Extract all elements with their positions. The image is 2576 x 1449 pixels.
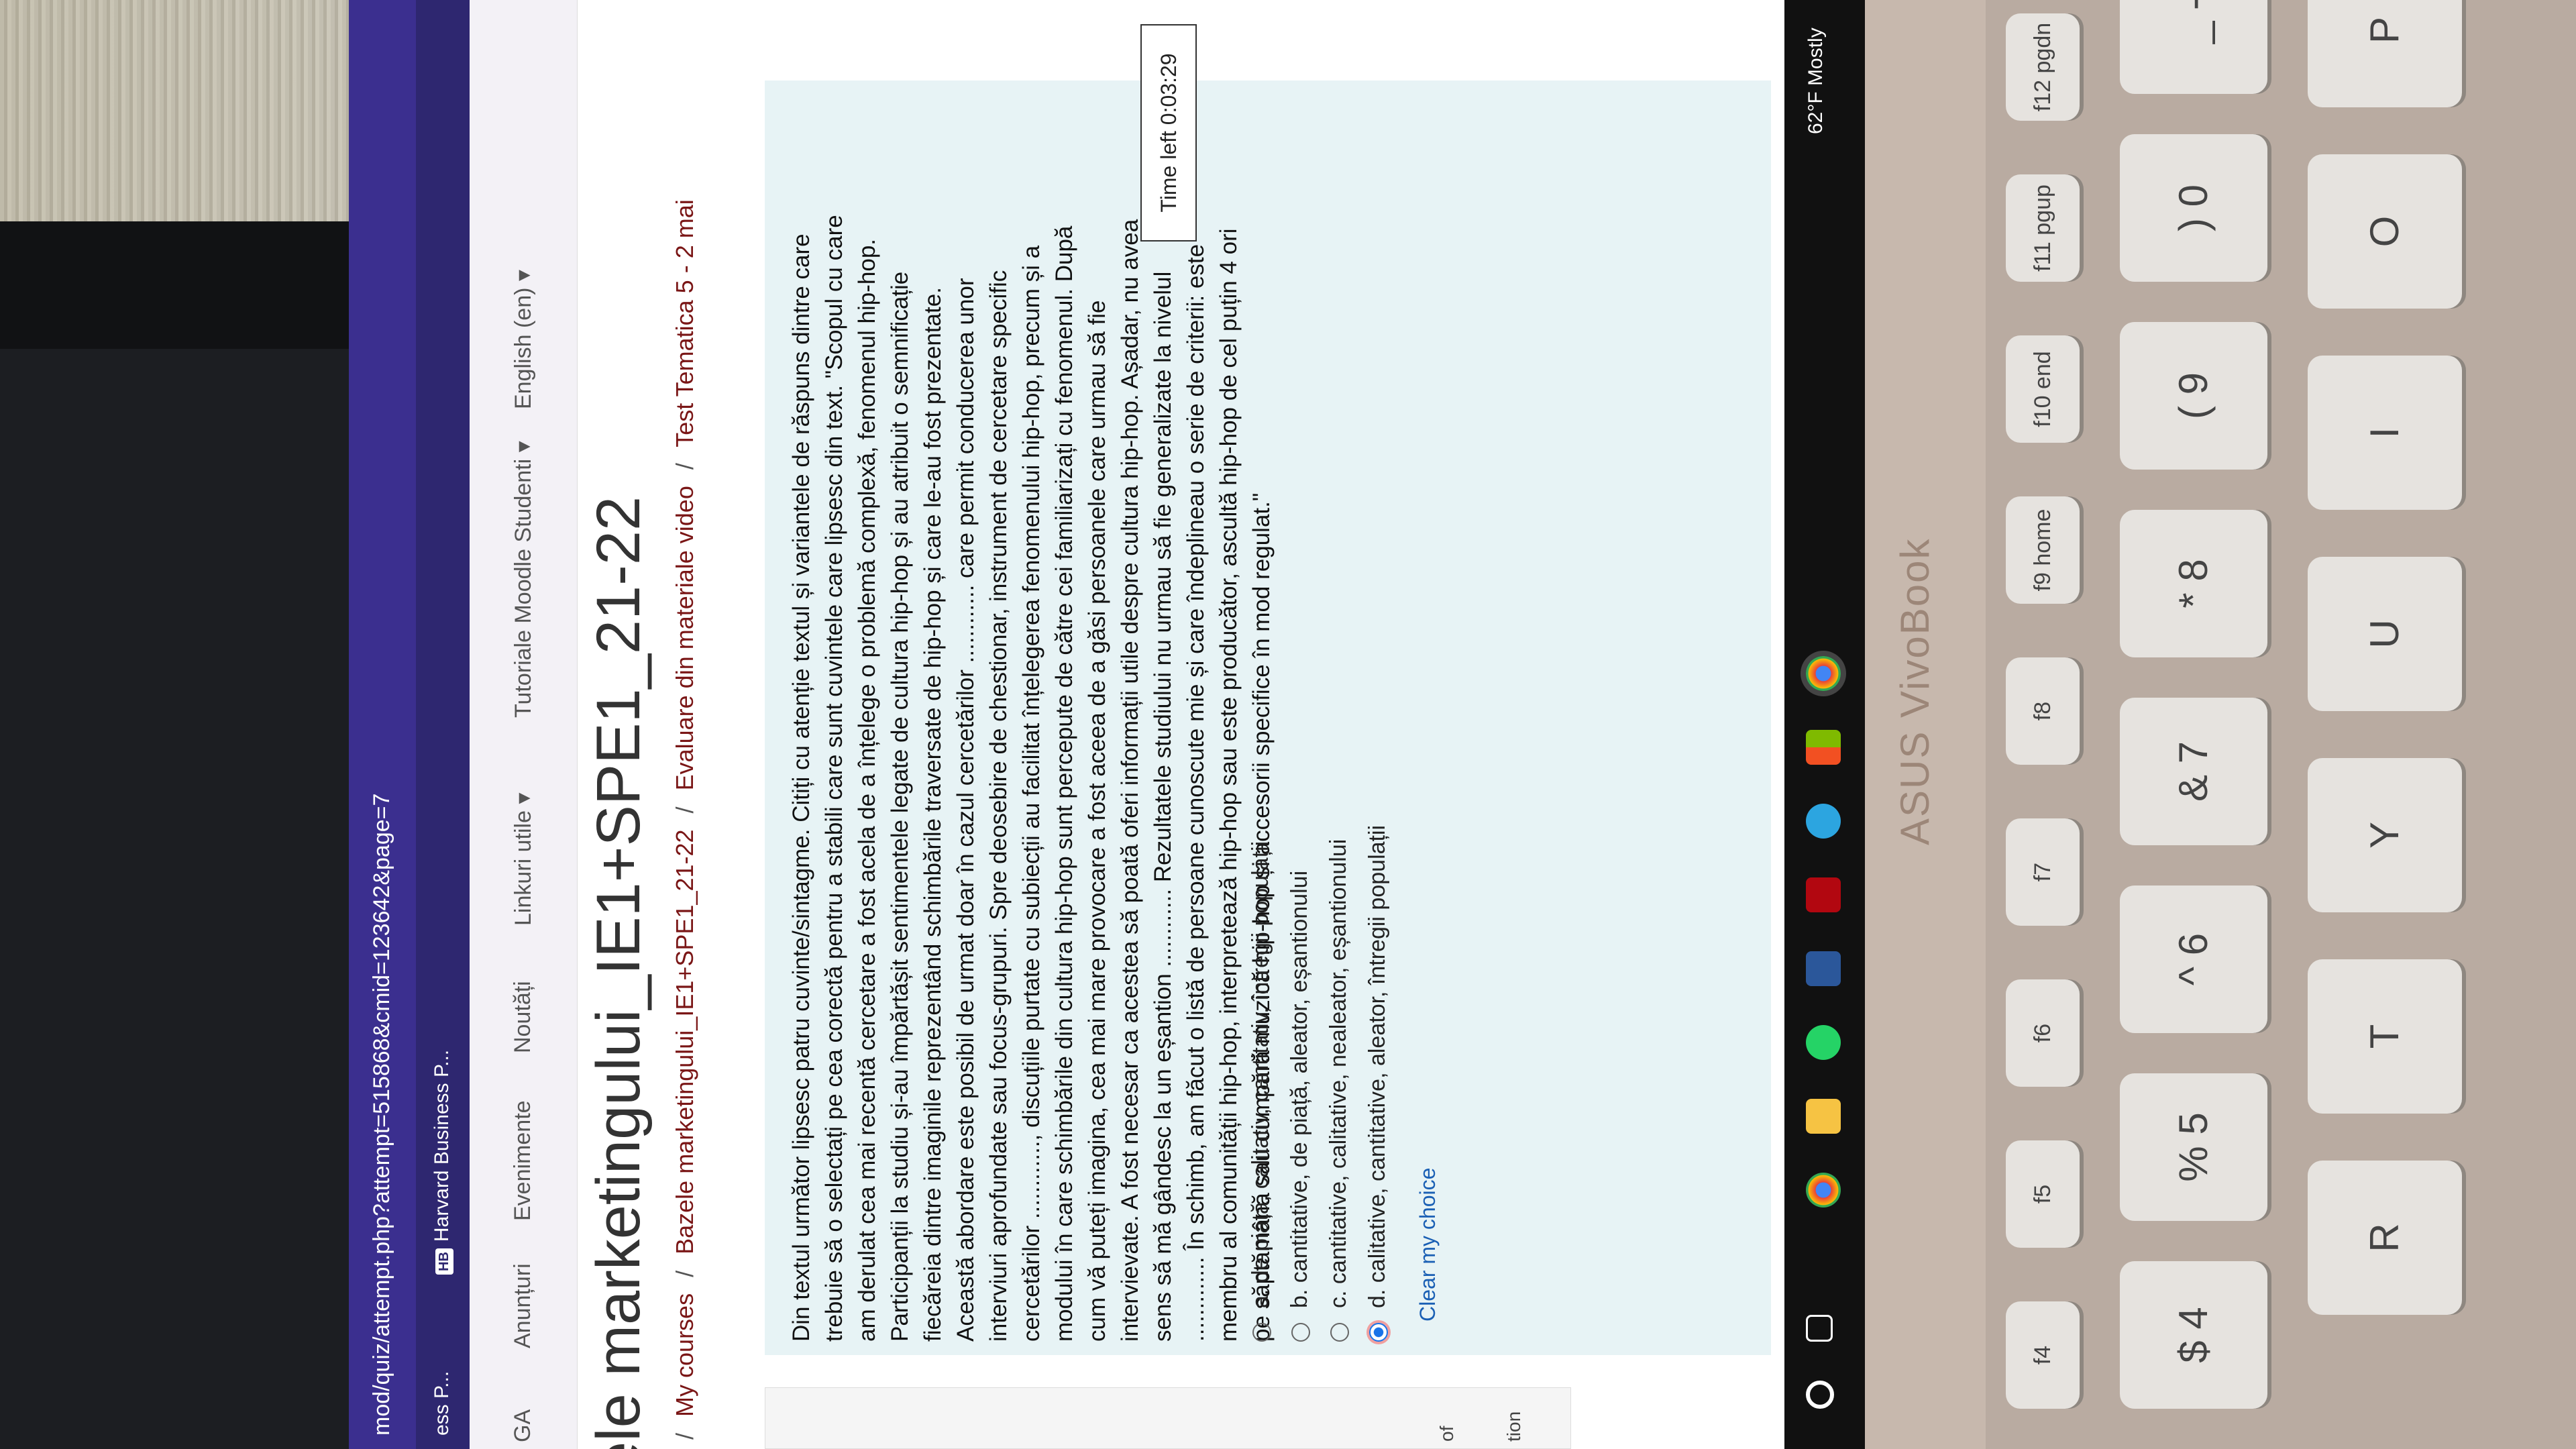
answer-letter: a. bbox=[1248, 1289, 1273, 1308]
breadcrumb-quiz[interactable]: Test Tematica 5 - 2 mai bbox=[671, 199, 698, 447]
browser-screen: mod/quiz/attempt.php?attempt=515868&cmid… bbox=[349, 0, 1878, 1449]
rotated-laptop-view: mod/quiz/attempt.php?attempt=515868&cmid… bbox=[0, 0, 2576, 1449]
answer-option-d[interactable]: d. calitative, cantitative, aleator, înt… bbox=[1364, 825, 1403, 1342]
nav-item-tutoriale[interactable]: Tutoriale Moodle Studenti ▾ bbox=[510, 441, 537, 718]
panel-fragment-tion: tion bbox=[1503, 1411, 1524, 1442]
nav-item-language[interactable]: English (en) ▾ bbox=[510, 270, 537, 409]
nav-item-ga[interactable]: GA bbox=[510, 1409, 536, 1442]
key-f8[interactable]: f8 bbox=[2006, 657, 2080, 765]
key-9[interactable]: ( 9 bbox=[2120, 322, 2267, 470]
word-icon[interactable] bbox=[1806, 951, 1841, 986]
bookmark-ess[interactable]: ess P... bbox=[431, 1371, 453, 1436]
answer-option-a[interactable]: a. de piață, calitativ, cantitativ, într… bbox=[1248, 825, 1287, 1342]
bookmark-harvard[interactable]: HB Harvard Business P... bbox=[431, 1050, 453, 1275]
question-text: Din textul următor lipsesc patru cuvinte… bbox=[788, 215, 1275, 1342]
clear-choice-link[interactable]: Clear my choice bbox=[1415, 1168, 1440, 1322]
breadcrumb-separator: / bbox=[671, 1270, 698, 1277]
answer-text: de piață, calitativ, cantitativ, întregi… bbox=[1248, 841, 1273, 1283]
weather-widget[interactable]: 62°F Mostly bbox=[1805, 28, 1827, 134]
answer-list: a. de piață, calitativ, cantitativ, într… bbox=[1248, 825, 1403, 1342]
hb-icon: HB bbox=[435, 1248, 453, 1275]
breadcrumb-separator: / bbox=[671, 463, 698, 470]
key-f12[interactable]: f12 pgdn bbox=[2006, 13, 2080, 121]
key-f6[interactable]: f6 bbox=[2006, 979, 2080, 1087]
key-r[interactable]: R bbox=[2308, 1161, 2462, 1315]
key-o[interactable]: O bbox=[2308, 154, 2462, 309]
key-6[interactable]: ^ 6 bbox=[2120, 885, 2267, 1033]
bookmarks-bar: ess P... HB Harvard Business P... bbox=[416, 0, 470, 1449]
telegram-icon[interactable] bbox=[1806, 804, 1841, 839]
key-f10[interactable]: f10 end bbox=[2006, 335, 2080, 443]
chrome-active-icon[interactable] bbox=[1806, 656, 1841, 691]
panel-fragment-of: of bbox=[1436, 1426, 1457, 1442]
breadcrumb-separator: / bbox=[671, 806, 698, 814]
question-info-panel: of tion bbox=[765, 1387, 1571, 1449]
key-f11[interactable]: f11 pgup bbox=[2006, 174, 2080, 282]
bookmark-harvard-label: Harvard Business P... bbox=[431, 1049, 453, 1242]
breadcrumb-section[interactable]: Evaluare din materiale video bbox=[671, 486, 698, 790]
answer-option-b[interactable]: b. cantitative, de piață, aleator, eșant… bbox=[1287, 825, 1326, 1342]
nav-item-noutati[interactable]: Noutăți bbox=[510, 981, 536, 1053]
quiz-timer: Time left 0:03:29 bbox=[1140, 24, 1197, 241]
answer-text: cantitative, calitative, nealeator, eșan… bbox=[1326, 839, 1351, 1285]
whatsapp-icon[interactable] bbox=[1806, 1025, 1841, 1060]
key-t[interactable]: T bbox=[2308, 959, 2462, 1114]
address-bar[interactable]: mod/quiz/attempt.php?attempt=515868&cmid… bbox=[349, 0, 416, 1449]
nav-item-anunturi[interactable]: Anunțuri bbox=[510, 1263, 536, 1348]
key-f9[interactable]: f9 home bbox=[2006, 496, 2080, 604]
start-search-icon[interactable] bbox=[1806, 1381, 1834, 1409]
url-text[interactable]: mod/quiz/attempt.php?attempt=515868&cmid… bbox=[369, 794, 395, 1436]
answer-option-c[interactable]: c. cantitative, calitative, nealeator, e… bbox=[1326, 825, 1364, 1342]
answer-letter: c. bbox=[1326, 1290, 1351, 1308]
task-view-icon[interactable] bbox=[1806, 1315, 1833, 1342]
key-u[interactable]: U bbox=[2308, 557, 2462, 711]
taskbar: 62°F Mostly bbox=[1784, 0, 1865, 1449]
key-8[interactable]: * 8 bbox=[2120, 510, 2267, 657]
chrome-icon[interactable] bbox=[1806, 1173, 1841, 1208]
breadcrumb-my-courses[interactable]: My courses bbox=[671, 1293, 698, 1417]
key-0[interactable]: ) 0 bbox=[2120, 134, 2267, 282]
radio-button[interactable] bbox=[1252, 1323, 1272, 1342]
file-explorer-icon[interactable] bbox=[1806, 1099, 1841, 1134]
breadcrumb-course[interactable]: Bazele marketingului_IE1+SPE1_21-22 bbox=[671, 829, 698, 1254]
radio-button[interactable] bbox=[1330, 1323, 1350, 1342]
radio-button[interactable] bbox=[1291, 1323, 1311, 1342]
page-title: ele marketingului_IE1+SPE1_21-22 bbox=[584, 496, 653, 1449]
key-f4[interactable]: f4 bbox=[2006, 1301, 2080, 1409]
key-7[interactable]: & 7 bbox=[2120, 698, 2267, 845]
key-5[interactable]: % 5 bbox=[2120, 1073, 2267, 1221]
key-f5[interactable]: f5 bbox=[2006, 1140, 2080, 1248]
answer-letter: d. bbox=[1364, 1289, 1390, 1308]
keyboard: f4 f5 f6 f7 f8 f9 home f10 end f11 pgup … bbox=[1986, 0, 2576, 1449]
moodle-navbar: GA Anunțuri Evenimente Noutăți Linkuri u… bbox=[470, 0, 578, 1449]
breadcrumb: / My courses / Bazele marketingului_IE1+… bbox=[671, 199, 699, 1449]
key-f7[interactable]: f7 bbox=[2006, 818, 2080, 926]
key-minus[interactable]: _ - bbox=[2120, 0, 2267, 94]
nav-item-evenimente[interactable]: Evenimente bbox=[510, 1100, 536, 1221]
key-p[interactable]: P bbox=[2308, 0, 2462, 107]
key-4[interactable]: $ 4 bbox=[2120, 1261, 2267, 1409]
key-i[interactable]: I bbox=[2308, 356, 2462, 510]
answer-text: calitative, cantitative, aleator, întreg… bbox=[1364, 824, 1390, 1283]
answer-text: cantitative, de piață, aleator, eșantion… bbox=[1287, 870, 1312, 1283]
netflix-icon[interactable] bbox=[1806, 877, 1841, 912]
nav-item-linkuri[interactable]: Linkuri utile ▾ bbox=[510, 793, 537, 926]
laptop-brand: ASUS VivoBook bbox=[1892, 537, 1937, 845]
key-y[interactable]: Y bbox=[2308, 758, 2462, 912]
radio-button-selected[interactable] bbox=[1369, 1323, 1389, 1342]
store-icon[interactable] bbox=[1806, 730, 1841, 765]
answer-letter: b. bbox=[1287, 1289, 1312, 1308]
breadcrumb-separator: / bbox=[671, 1432, 698, 1440]
